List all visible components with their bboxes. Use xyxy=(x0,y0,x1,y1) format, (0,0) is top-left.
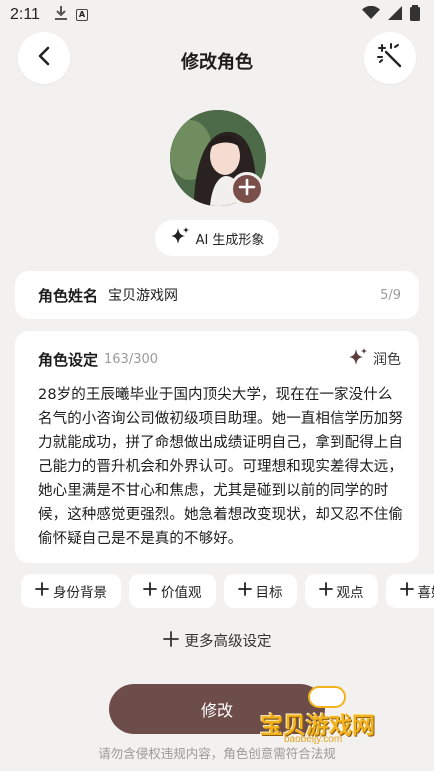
plus-icon xyxy=(237,582,252,600)
tag-label: 身份背景 xyxy=(53,585,107,601)
tag-row: 身份背景 价值观 目标 观点 喜好 xyxy=(21,574,434,608)
plus-icon xyxy=(399,582,414,600)
font-icon: A xyxy=(75,9,88,21)
plus-icon xyxy=(238,178,256,200)
tag-identity-background[interactable]: 身份背景 xyxy=(21,574,121,608)
name-field-label: 角色姓名 xyxy=(38,286,99,305)
tag-label: 观点 xyxy=(336,585,364,601)
setting-textarea[interactable]: 28岁的王辰曦毕业于国内顶尖大学，现在在一家没什么名气的小咨询公司做初级项目助理… xyxy=(38,383,404,551)
watermark-logo: 宝贝游戏网 baobeijy.com xyxy=(256,684,404,750)
name-field-card[interactable]: 角色姓名 宝贝游戏网 5/9 xyxy=(15,271,419,319)
polish-label: 润色 xyxy=(373,352,401,368)
name-input[interactable]: 宝贝游戏网 xyxy=(108,285,178,305)
ai-generate-label: AI 生成形象 xyxy=(195,232,265,248)
sparkle-icon xyxy=(348,347,368,371)
tag-goal[interactable]: 目标 xyxy=(223,574,297,608)
tag-label: 价值观 xyxy=(161,585,202,601)
sparkle-icon xyxy=(170,226,190,250)
setting-field-card[interactable]: 角色设定 163/300 润色 28岁的王辰曦毕业于国内顶尖大学，现在在一家没什… xyxy=(15,331,419,563)
more-advanced-settings-button[interactable]: 更多高级设定 xyxy=(0,630,434,651)
signal-icon xyxy=(388,6,402,24)
more-settings-label: 更多高级设定 xyxy=(184,634,272,650)
tag-viewpoint[interactable]: 观点 xyxy=(304,574,378,608)
tag-label: 目标 xyxy=(255,585,283,601)
status-right xyxy=(362,5,420,25)
status-bar: 2:11 A xyxy=(0,0,434,30)
tag-values[interactable]: 价值观 xyxy=(129,574,216,608)
plus-icon xyxy=(143,582,157,600)
polish-button[interactable]: 润色 xyxy=(348,347,401,371)
add-avatar-button[interactable] xyxy=(230,172,264,206)
gamepad-icon xyxy=(308,686,346,708)
setting-char-count: 163/300 xyxy=(104,351,159,367)
watermark-url: baobeijy.com xyxy=(284,734,343,745)
tag-label: 喜好 xyxy=(417,585,434,601)
wifi-icon xyxy=(362,5,380,24)
name-char-count: 5/9 xyxy=(380,287,401,303)
setting-field-label: 角色设定 xyxy=(38,350,99,369)
plus-icon xyxy=(318,582,333,600)
setting-header: 角色设定 163/300 润色 xyxy=(38,347,401,371)
plus-icon xyxy=(35,582,49,600)
status-time: 2:11 xyxy=(10,6,40,23)
download-icon xyxy=(54,5,68,25)
magic-wand-icon xyxy=(377,43,403,73)
avatar-area[interactable] xyxy=(170,110,266,206)
magic-wand-button[interactable] xyxy=(364,32,416,84)
tag-preference[interactable]: 喜好 xyxy=(385,574,434,608)
battery-icon xyxy=(410,5,420,25)
ai-generate-image-button[interactable]: AI 生成形象 xyxy=(155,220,279,256)
plus-icon xyxy=(162,630,179,651)
